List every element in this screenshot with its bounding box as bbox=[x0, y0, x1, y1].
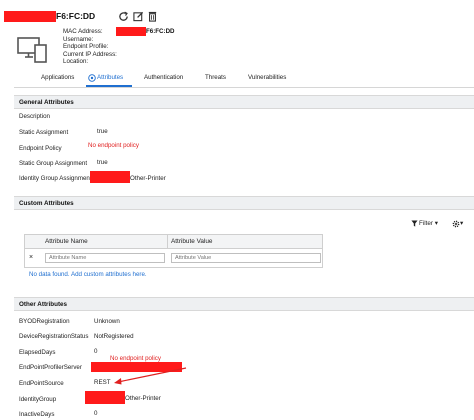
location-label: Location: bbox=[63, 58, 89, 65]
mac-address-label: MAC Address: bbox=[63, 28, 103, 35]
settings-chevron-icon[interactable]: ▾ bbox=[460, 220, 463, 227]
custom-attributes-table: Attribute Name Attribute Value × bbox=[24, 234, 323, 268]
current-ip-label: Current IP Address: bbox=[63, 51, 117, 58]
identity-group-label: IdentityGroup bbox=[19, 396, 57, 403]
table-row: × bbox=[25, 249, 322, 267]
mac-address-value: F6:FC:DD bbox=[146, 28, 175, 35]
computer-icon bbox=[17, 37, 47, 63]
tab-authentication[interactable]: Authentication bbox=[144, 74, 183, 81]
column-separator bbox=[167, 235, 168, 249]
column-header-attribute-value[interactable]: Attribute Value bbox=[171, 238, 212, 245]
add-custom-attributes-link[interactable]: No data found. Add custom attributes her… bbox=[29, 271, 147, 278]
page-title: F6:FC:DD bbox=[56, 11, 96, 21]
redacted-identity-group bbox=[85, 391, 125, 404]
annotation-arrow bbox=[114, 367, 187, 385]
static-group-assignment-value: true bbox=[97, 159, 108, 166]
endpoint-policy-value: No endpoint policy bbox=[88, 142, 139, 149]
delete-icon[interactable] bbox=[147, 11, 158, 22]
attribute-name-input[interactable] bbox=[45, 253, 165, 263]
endpoint-source-label: EndPointSource bbox=[19, 380, 64, 387]
filter-icon[interactable] bbox=[411, 220, 418, 227]
static-group-assignment-label: Static Group Assignment bbox=[19, 160, 88, 167]
elapsed-days-label: ElapsedDays bbox=[19, 349, 56, 356]
redacted-mac-prefix bbox=[116, 27, 146, 36]
tab-applications[interactable]: Applications bbox=[41, 74, 74, 81]
identity-group-assignment-value: Other-Printer bbox=[130, 175, 166, 182]
endpoint-policy-label: Endpoint Policy bbox=[19, 145, 62, 152]
general-attributes-title: General Attributes bbox=[19, 99, 74, 106]
tab-divider bbox=[14, 87, 474, 88]
inactive-days-value: 0 bbox=[94, 410, 98, 417]
tab-attributes[interactable]: Attributes bbox=[97, 74, 123, 81]
attribute-value-input[interactable] bbox=[171, 253, 321, 263]
endpoint-profiler-server-label: EndPointProfilerServer bbox=[19, 364, 82, 371]
filter-dropdown[interactable]: Filter ▾ bbox=[419, 220, 438, 227]
table-header-row: Attribute Name Attribute Value bbox=[25, 235, 322, 249]
settings-gear-icon[interactable] bbox=[452, 220, 460, 228]
identity-group-value: Other-Printer bbox=[125, 395, 161, 402]
device-registration-status-value: NotRegistered bbox=[94, 333, 134, 340]
description-label: Description bbox=[19, 113, 50, 120]
byod-registration-value: Unknown bbox=[94, 318, 120, 325]
custom-attributes-title: Custom Attributes bbox=[19, 200, 74, 207]
inactive-days-label: InactiveDays bbox=[19, 411, 55, 418]
endpoint-source-value: REST bbox=[94, 379, 111, 386]
edit-icon[interactable] bbox=[133, 11, 144, 22]
identity-group-assignment-label: Identity Group Assignment bbox=[19, 175, 92, 182]
other-attributes-header: Other Attributes bbox=[14, 297, 474, 311]
column-header-attribute-name[interactable]: Attribute Name bbox=[45, 238, 88, 245]
endpoint-policy-annotation: No endpoint policy bbox=[110, 355, 161, 362]
redacted-title-prefix bbox=[4, 11, 56, 22]
refresh-icon[interactable] bbox=[118, 11, 129, 22]
byod-registration-label: BYODRegistration bbox=[19, 318, 70, 325]
other-attributes-title: Other Attributes bbox=[19, 301, 68, 308]
remove-row-icon[interactable]: × bbox=[29, 254, 33, 261]
attributes-tab-icon bbox=[88, 74, 96, 82]
username-label: Username: bbox=[63, 36, 94, 43]
redacted-identity-group-prefix bbox=[90, 171, 130, 183]
static-assignment-value: true bbox=[97, 128, 108, 135]
elapsed-days-value: 0 bbox=[94, 348, 98, 355]
endpoint-profile-label: Endpoint Profile: bbox=[63, 43, 109, 50]
tab-vulnerabilities[interactable]: Vulnerabilities bbox=[248, 74, 286, 81]
tab-threats[interactable]: Threats bbox=[205, 74, 226, 81]
static-assignment-label: Static Assignment bbox=[19, 129, 69, 136]
general-attributes-header: General Attributes bbox=[14, 95, 474, 109]
custom-attributes-header: Custom Attributes bbox=[14, 196, 474, 210]
device-registration-status-label: DeviceRegistrationStatus bbox=[19, 333, 89, 340]
